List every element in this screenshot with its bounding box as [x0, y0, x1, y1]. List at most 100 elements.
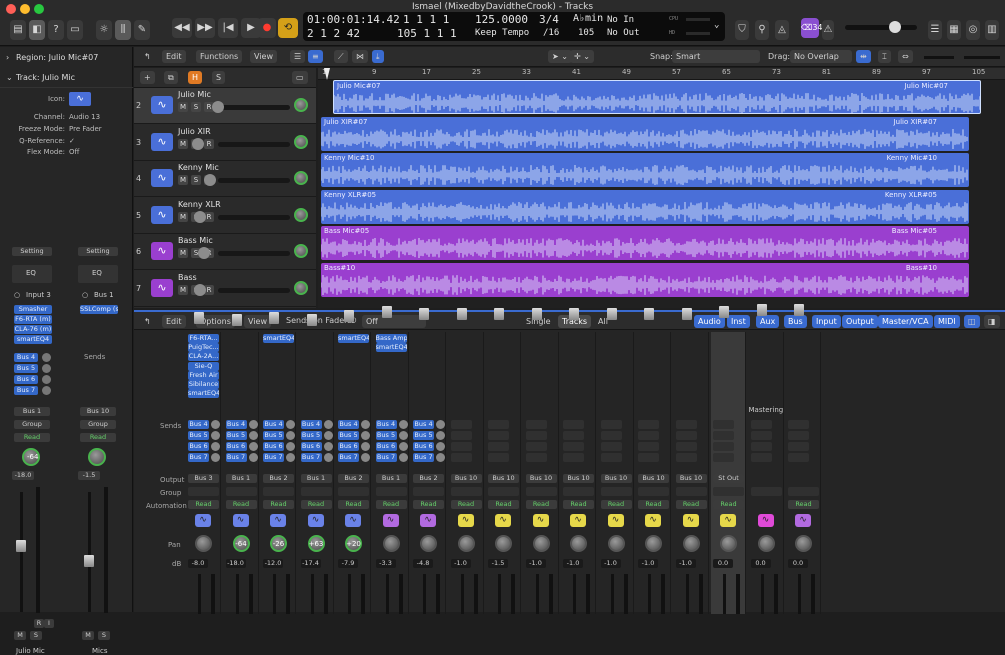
editors-icon[interactable]: ✎ [134, 20, 150, 40]
send-level-knob[interactable] [323, 431, 333, 440]
group-slot[interactable] [788, 487, 819, 496]
output-button[interactable]: St Out [713, 474, 744, 483]
empty-send-slot[interactable] [713, 420, 734, 429]
track-pan-knob[interactable] [294, 98, 308, 112]
send-slot[interactable]: Bus 4 [263, 420, 284, 429]
sends-on-faders-select[interactable]: Off [362, 315, 426, 328]
output-button[interactable]: Bus 10 [450, 474, 482, 483]
track-volume-thumb[interactable] [198, 247, 210, 259]
pan-knob[interactable] [532, 535, 550, 552]
group-slot[interactable] [675, 487, 707, 496]
mute-button[interactable]: M [178, 248, 188, 258]
group-slot[interactable] [375, 487, 407, 496]
channel-icon[interactable]: ∿ [495, 514, 511, 527]
volume-fader-2[interactable] [84, 555, 94, 567]
group-slot[interactable] [338, 487, 369, 496]
group-slot[interactable] [188, 487, 219, 496]
group-slot[interactable] [225, 487, 257, 496]
channel-icon[interactable]: ∿ [720, 514, 736, 527]
send-slot[interactable]: Bus 4 [188, 420, 209, 429]
empty-send-slot[interactable] [563, 420, 584, 429]
input-label-2[interactable]: Bus 1 [94, 291, 114, 299]
secondary-tool[interactable]: ✛ ⌄ [570, 50, 594, 63]
duplicate-track-icon[interactable]: ⧉ [164, 71, 178, 84]
group-slot[interactable] [713, 487, 744, 496]
track-header[interactable]: 6∿Bass MicMSR [134, 234, 316, 270]
empty-send-slot[interactable] [750, 431, 772, 440]
volume-fader-track[interactable] [235, 574, 239, 614]
solo-global-button[interactable]: S [212, 71, 226, 84]
automation-button[interactable]: Read [225, 500, 257, 509]
automation-icon[interactable]: ⟋ [334, 50, 348, 63]
empty-send-slot[interactable] [675, 453, 697, 462]
send-level-knob[interactable] [248, 453, 258, 462]
lcd-display[interactable]: 01:00:01:14.42 2 1 2 42 1 1 1 1 105 1 1 … [303, 12, 725, 41]
channel-icon[interactable]: ∿ [757, 514, 774, 527]
track-volume-thumb[interactable] [194, 283, 206, 296]
pan-knob[interactable] [682, 535, 700, 552]
empty-send-slot[interactable] [788, 453, 809, 462]
send-level-knob[interactable] [436, 431, 445, 440]
volume-fader[interactable] [569, 308, 579, 320]
mute-button-2[interactable]: M [82, 631, 94, 640]
master-volume-thumb[interactable] [889, 21, 901, 33]
track-header[interactable]: 5∿Kenny XLRMSR [134, 198, 316, 234]
browser-icon[interactable]: ▥ [985, 20, 999, 40]
group-slot[interactable] [300, 487, 332, 496]
send-level-knob[interactable] [286, 431, 295, 440]
channel-icon[interactable]: ∿ [682, 514, 699, 527]
empty-send-slot[interactable] [525, 431, 547, 440]
back-arrow-icon[interactable]: ↰ [140, 50, 155, 63]
volume-fader-track[interactable] [460, 574, 464, 614]
output-button[interactable]: Bus 10 [488, 474, 519, 483]
volume-fader-track[interactable] [685, 574, 689, 614]
eq-button-2[interactable]: EQ [78, 265, 118, 283]
send-level-knob[interactable] [323, 420, 333, 429]
tuner-icon[interactable]: ⚲ [755, 20, 769, 40]
loops-icon[interactable]: ◎ [966, 20, 980, 40]
empty-send-slot[interactable] [675, 442, 697, 451]
output-button-2[interactable]: Bus 10 [80, 407, 116, 416]
empty-send-slot[interactable] [638, 442, 659, 451]
send-level-knob[interactable] [42, 375, 51, 384]
audio-region[interactable]: Bass Mic#05 Bass Mic#05 [321, 226, 969, 260]
send-slot[interactable]: Bus 4 [375, 420, 397, 429]
volume-fader[interactable] [719, 306, 729, 318]
send-level-knob[interactable] [42, 364, 51, 373]
automation-button[interactable]: Read [188, 500, 219, 509]
volume-fader-track[interactable] [273, 574, 276, 614]
audio-region[interactable]: Kenny Mic#10 Kenny Mic#10 [321, 153, 969, 187]
send-level-knob[interactable] [398, 453, 408, 462]
output-button[interactable]: Bus 2 [413, 474, 444, 483]
empty-send-slot[interactable] [563, 431, 584, 440]
add-track-button[interactable]: + [140, 71, 155, 84]
automation-button[interactable]: Read [450, 500, 482, 509]
rewind-icon[interactable]: ◀◀ [172, 18, 192, 38]
send-slot[interactable]: Bus 6 [263, 442, 284, 451]
audio-region[interactable]: Bass#10 Bass#10 [321, 262, 969, 297]
volume-fader-track[interactable] [535, 574, 539, 614]
send-slot[interactable]: Bus 5 [413, 431, 434, 440]
mixer-back-icon[interactable]: ↰ [140, 315, 155, 328]
track-name[interactable]: Bass [178, 273, 197, 282]
automation-button[interactable]: Read [563, 500, 594, 509]
mixer-filter-master-vca[interactable]: Master/VCA [878, 315, 933, 328]
volume-fader[interactable] [606, 308, 617, 320]
volume-fader-track[interactable] [648, 574, 651, 614]
mixer-filter-bus[interactable]: Bus [784, 315, 807, 328]
send-level-knob[interactable] [398, 442, 408, 451]
narrow-strips-icon[interactable]: ◫ [964, 315, 980, 328]
volume-fader[interactable] [644, 308, 654, 320]
send-level-knob[interactable] [361, 442, 370, 451]
channel-icon[interactable]: ∿ [420, 514, 436, 527]
track-volume-slider[interactable] [212, 101, 290, 113]
mixer-icon[interactable]: ⫼ [115, 20, 131, 40]
solo-button-2[interactable]: S [98, 631, 110, 640]
send-slot[interactable]: Bus 4 [413, 420, 434, 429]
send-level-knob[interactable] [323, 453, 333, 462]
send-slot[interactable]: Bus 5 [188, 431, 209, 440]
mute-button[interactable]: M [178, 175, 188, 185]
send-slot[interactable]: Bus 7 [263, 453, 284, 462]
wide-strips-icon[interactable]: ◨ [984, 315, 1000, 328]
send-slot[interactable]: Bus 5 [14, 364, 38, 373]
